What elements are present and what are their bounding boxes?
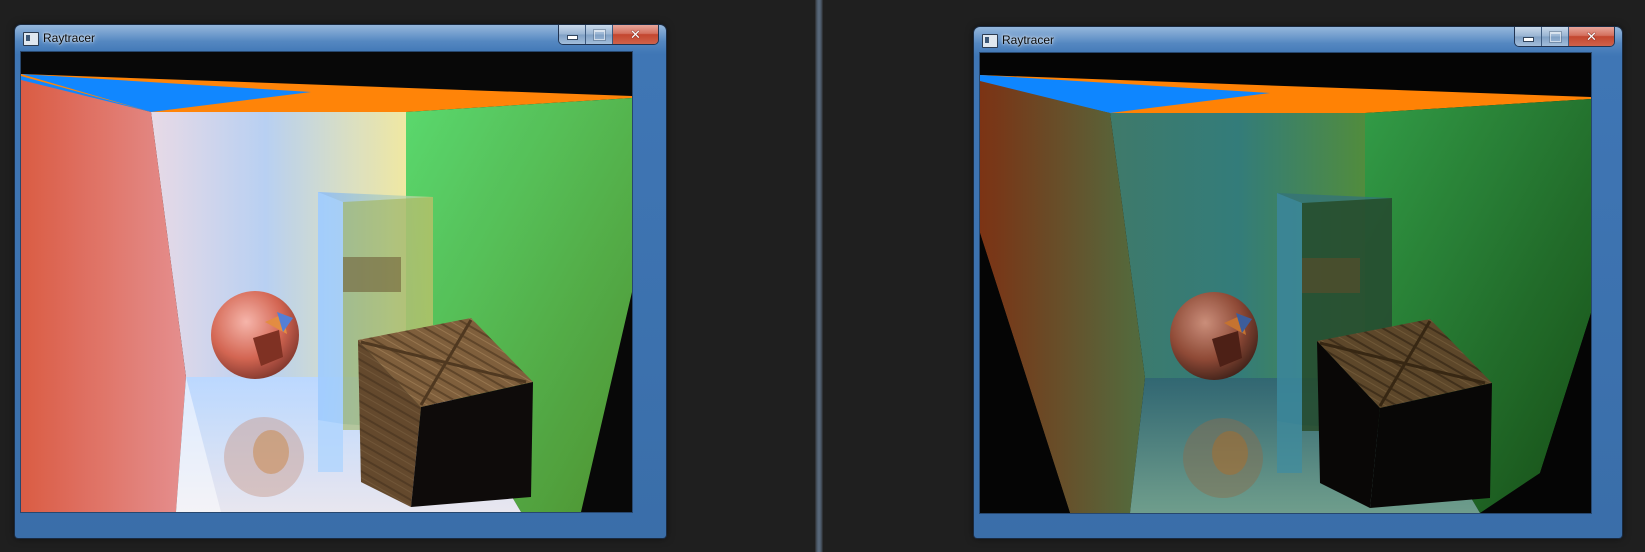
window-app-icon[interactable] (23, 32, 39, 46)
window-app-icon[interactable] (982, 34, 998, 48)
screen-divider[interactable] (815, 0, 823, 552)
minimize-button[interactable] (559, 25, 586, 44)
maximize-icon (592, 28, 606, 41)
render-canvas[interactable] (979, 52, 1592, 514)
minimize-button[interactable] (1515, 27, 1542, 46)
window-controls: ✕ (1514, 27, 1615, 47)
maximize-button[interactable] (586, 25, 613, 44)
close-icon: ✕ (630, 26, 641, 42)
minimize-icon (566, 35, 578, 40)
render-image-full-lighting (21, 52, 632, 512)
maximize-icon (1548, 30, 1562, 43)
window-title: Raytracer (1002, 33, 1055, 47)
close-icon: ✕ (1586, 28, 1597, 44)
close-button[interactable]: ✕ (1569, 27, 1614, 46)
raytracer-window-left[interactable]: Raytracer ✕ (15, 25, 666, 538)
close-button[interactable]: ✕ (613, 25, 658, 44)
render-image-indirect-lighting (980, 53, 1591, 513)
title-bar[interactable]: Raytracer ✕ (15, 25, 666, 52)
desktop: Raytracer ✕ Raytracer ✕ (0, 0, 1645, 552)
window-controls: ✕ (558, 25, 659, 45)
render-canvas[interactable] (20, 51, 633, 513)
window-title: Raytracer (43, 31, 96, 45)
raytracer-window-right[interactable]: Raytracer ✕ (974, 27, 1622, 538)
title-bar[interactable]: Raytracer ✕ (974, 27, 1622, 54)
minimize-icon (1522, 37, 1534, 42)
maximize-button[interactable] (1542, 27, 1569, 46)
